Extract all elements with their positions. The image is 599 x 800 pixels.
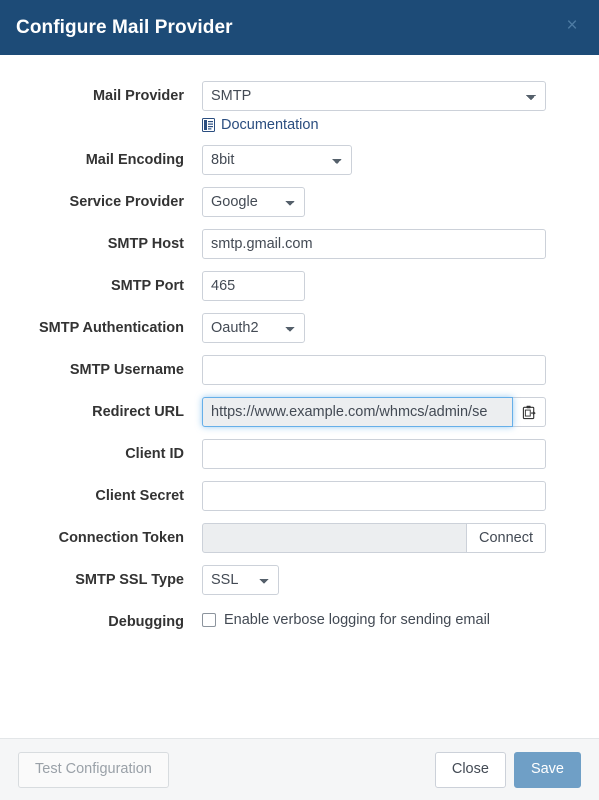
client-secret-input[interactable] — [202, 481, 546, 511]
close-icon[interactable]: × — [559, 12, 585, 38]
label-smtp-port: SMTP Port — [110, 278, 184, 294]
label-redirect-url: Redirect URL — [92, 404, 184, 420]
test-configuration-button[interactable]: Test Configuration — [18, 751, 169, 788]
close-button[interactable]: Close — [434, 751, 506, 788]
form-row-mail-provider: Mail Provider SMTP Documentation — [10, 81, 565, 133]
redirect-url-input[interactable] — [202, 397, 513, 427]
mail-provider-select[interactable]: SMTP — [202, 81, 546, 111]
form-row-debugging: Debugging Enable verbose logging for sen… — [10, 607, 565, 637]
smtp-port-input[interactable] — [202, 271, 305, 301]
connect-button[interactable]: Connect — [466, 523, 546, 553]
debugging-checkbox-wrap: Enable verbose logging for sending email — [202, 607, 565, 628]
form-row-service-provider: Service Provider Google — [10, 187, 565, 217]
label-client-id: Client ID — [125, 446, 184, 462]
save-button[interactable]: Save — [513, 751, 581, 788]
connection-token-input[interactable] — [202, 523, 467, 553]
label-smtp-host: SMTP Host — [107, 236, 184, 252]
label-smtp-authentication: SMTP Authentication — [39, 320, 184, 336]
debugging-checkbox-label[interactable]: Enable verbose logging for sending email — [224, 612, 490, 628]
configure-mail-provider-modal: Configure Mail Provider × Mail Provider … — [0, 0, 599, 800]
client-id-input[interactable] — [202, 439, 546, 469]
smtp-ssl-type-select[interactable]: SSL — [202, 565, 279, 595]
label-service-provider: Service Provider — [69, 194, 184, 210]
smtp-username-input[interactable] — [202, 355, 546, 385]
label-client-secret: Client Secret — [95, 488, 184, 504]
label-smtp-username: SMTP Username — [69, 362, 184, 378]
documentation-link[interactable]: Documentation — [202, 117, 319, 133]
modal-header: Configure Mail Provider × — [0, 0, 599, 55]
form-row-smtp-authentication: SMTP Authentication Oauth2 — [10, 313, 565, 343]
redirect-url-group — [202, 397, 546, 427]
page-title: Configure Mail Provider — [16, 17, 233, 38]
form-row-smtp-host: SMTP Host — [10, 229, 565, 259]
label-mail-provider: Mail Provider — [92, 88, 184, 104]
smtp-host-input[interactable] — [202, 229, 546, 259]
documentation-label: Documentation — [221, 117, 319, 133]
form-row-connection-token: Connection Token Connect — [10, 523, 565, 553]
form-row-smtp-username: SMTP Username — [10, 355, 565, 385]
document-icon — [202, 118, 215, 132]
label-mail-encoding: Mail Encoding — [85, 152, 184, 168]
form-row-client-secret: Client Secret — [10, 481, 565, 511]
modal-body: Mail Provider SMTP Documentation Mail En… — [0, 55, 599, 738]
debugging-checkbox[interactable] — [202, 613, 216, 627]
label-debugging: Debugging — [108, 614, 184, 630]
connection-token-group: Connect — [202, 523, 546, 553]
label-smtp-ssl-type: SMTP SSL Type — [75, 572, 184, 588]
form-row-mail-encoding: Mail Encoding 8bit — [10, 145, 565, 175]
form-row-redirect-url: Redirect URL — [10, 397, 565, 427]
smtp-authentication-select[interactable]: Oauth2 — [202, 313, 305, 343]
clipboard-copy-icon[interactable] — [513, 397, 546, 427]
service-provider-select[interactable]: Google — [202, 187, 305, 217]
label-connection-token: Connection Token — [58, 530, 184, 546]
form-row-smtp-ssl-type: SMTP SSL Type SSL — [10, 565, 565, 595]
modal-footer: Test Configuration Close Save — [0, 738, 599, 800]
form-row-client-id: Client ID — [10, 439, 565, 469]
form-row-smtp-port: SMTP Port — [10, 271, 565, 301]
mail-encoding-select[interactable]: 8bit — [202, 145, 352, 175]
